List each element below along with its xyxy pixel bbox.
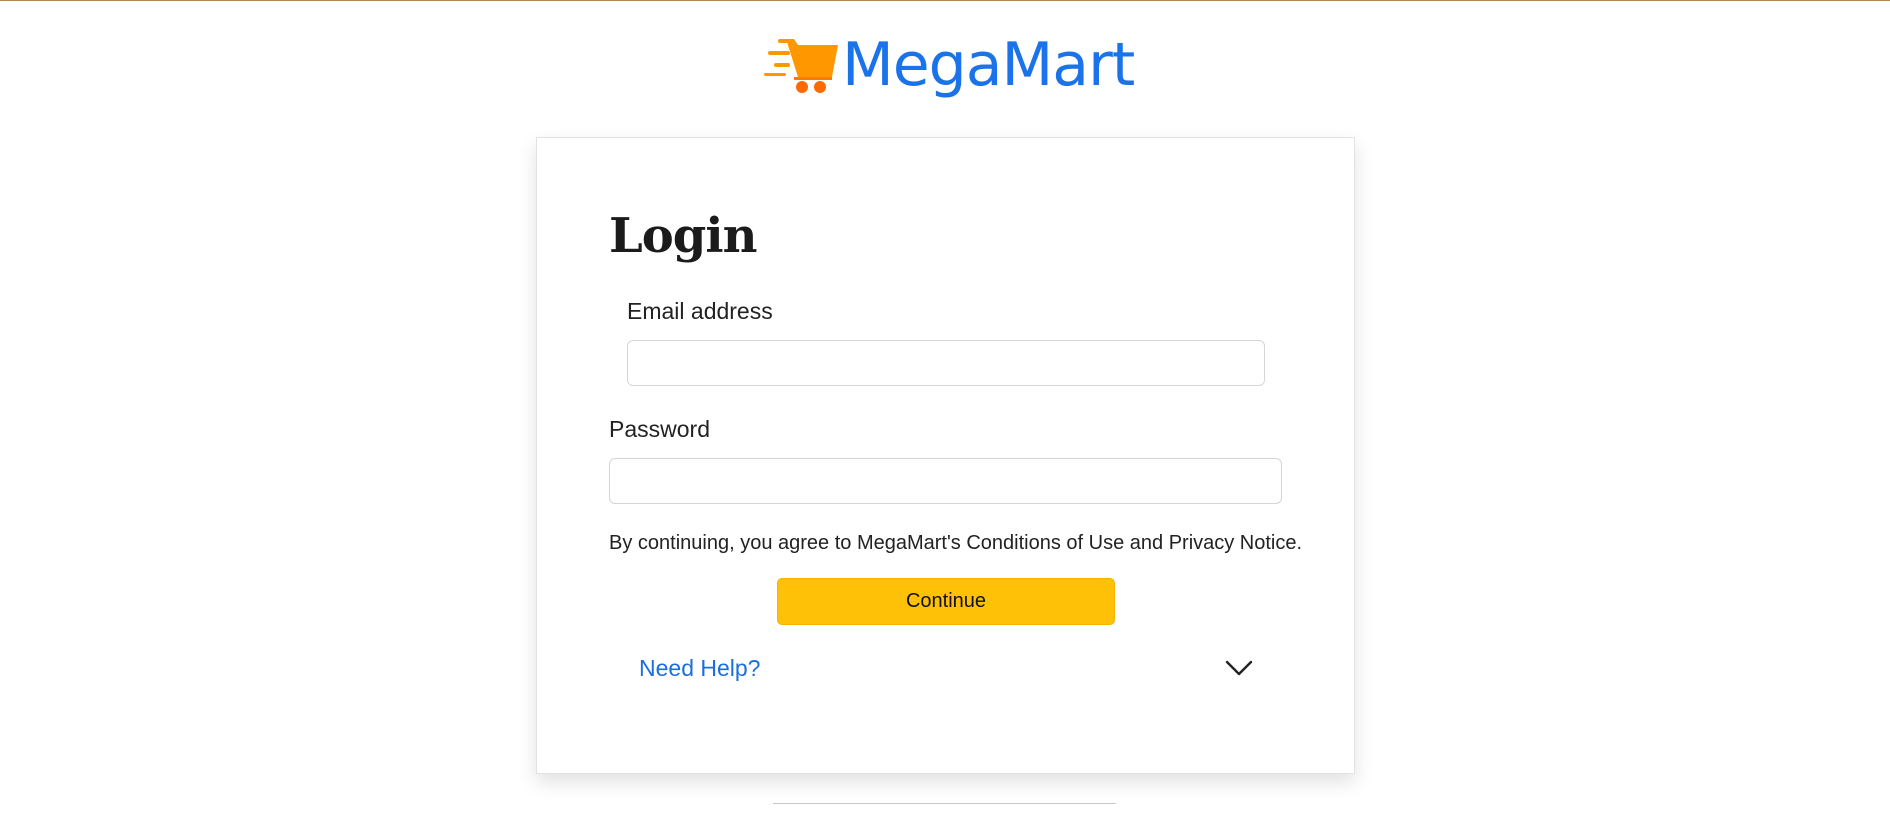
shopping-cart-icon [764, 35, 840, 95]
megamart-logo[interactable]: MegaMart [764, 22, 1135, 108]
need-help-toggle[interactable]: Need Help? [639, 650, 1253, 686]
login-heading: Login [609, 208, 757, 264]
brand-name: MegaMart [842, 30, 1135, 100]
chevron-down-icon[interactable] [1225, 659, 1253, 677]
password-field[interactable] [609, 458, 1282, 504]
footer-divider [773, 803, 1116, 804]
email-label: Email address [627, 298, 773, 324]
terms-notice: By continuing, you agree to MegaMart's C… [609, 532, 1303, 554]
password-label: Password [609, 416, 710, 442]
top-border [0, 0, 1890, 1]
email-field[interactable] [627, 340, 1265, 386]
need-help-link[interactable]: Need Help? [639, 655, 760, 682]
continue-button[interactable]: Continue [777, 578, 1115, 625]
login-card: Login Email address Password By continui… [536, 137, 1355, 774]
